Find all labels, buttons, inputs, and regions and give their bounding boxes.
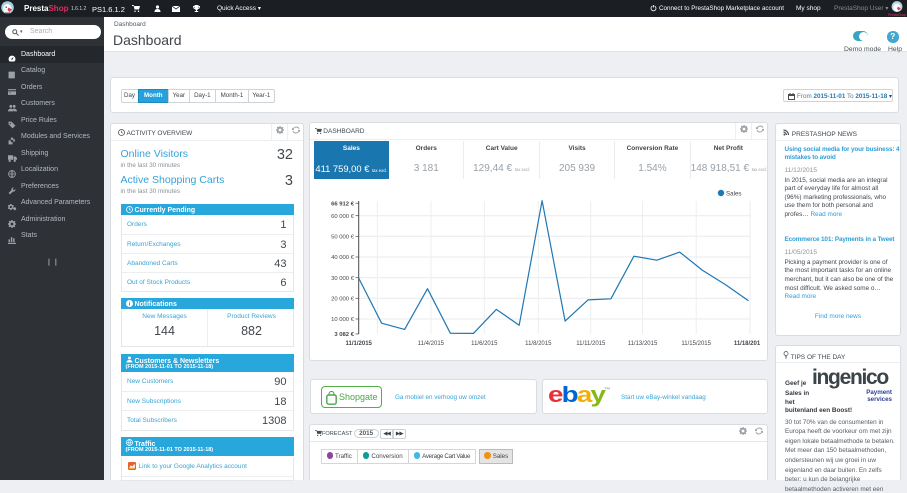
- svg-text:66 912 €: 66 912 €: [331, 201, 355, 207]
- svg-text:20 000 €: 20 000 €: [331, 297, 355, 303]
- svg-text:40 000 €: 40 000 €: [331, 255, 355, 261]
- svg-text:30 000 €: 30 000 €: [331, 276, 355, 282]
- svg-text:11/13/2015: 11/13/2015: [628, 341, 658, 347]
- svg-text:11/18/201: 11/18/201: [734, 341, 761, 347]
- svg-text:10 000 €: 10 000 €: [331, 317, 355, 323]
- svg-text:11/1/2015: 11/1/2015: [346, 341, 373, 347]
- svg-text:11/8/2015: 11/8/2015: [525, 341, 552, 347]
- svg-text:3 082 €: 3 082 €: [334, 332, 354, 338]
- svg-text:11/15/2015: 11/15/2015: [681, 341, 711, 347]
- svg-text:50 000 €: 50 000 €: [331, 235, 355, 241]
- svg-text:60 000 €: 60 000 €: [331, 214, 355, 220]
- svg-text:11/11/2015: 11/11/2015: [576, 341, 606, 347]
- svg-text:11/6/2015: 11/6/2015: [471, 341, 498, 347]
- svg-text:11/4/2015: 11/4/2015: [418, 341, 445, 347]
- svg-text:Sales: Sales: [726, 191, 741, 198]
